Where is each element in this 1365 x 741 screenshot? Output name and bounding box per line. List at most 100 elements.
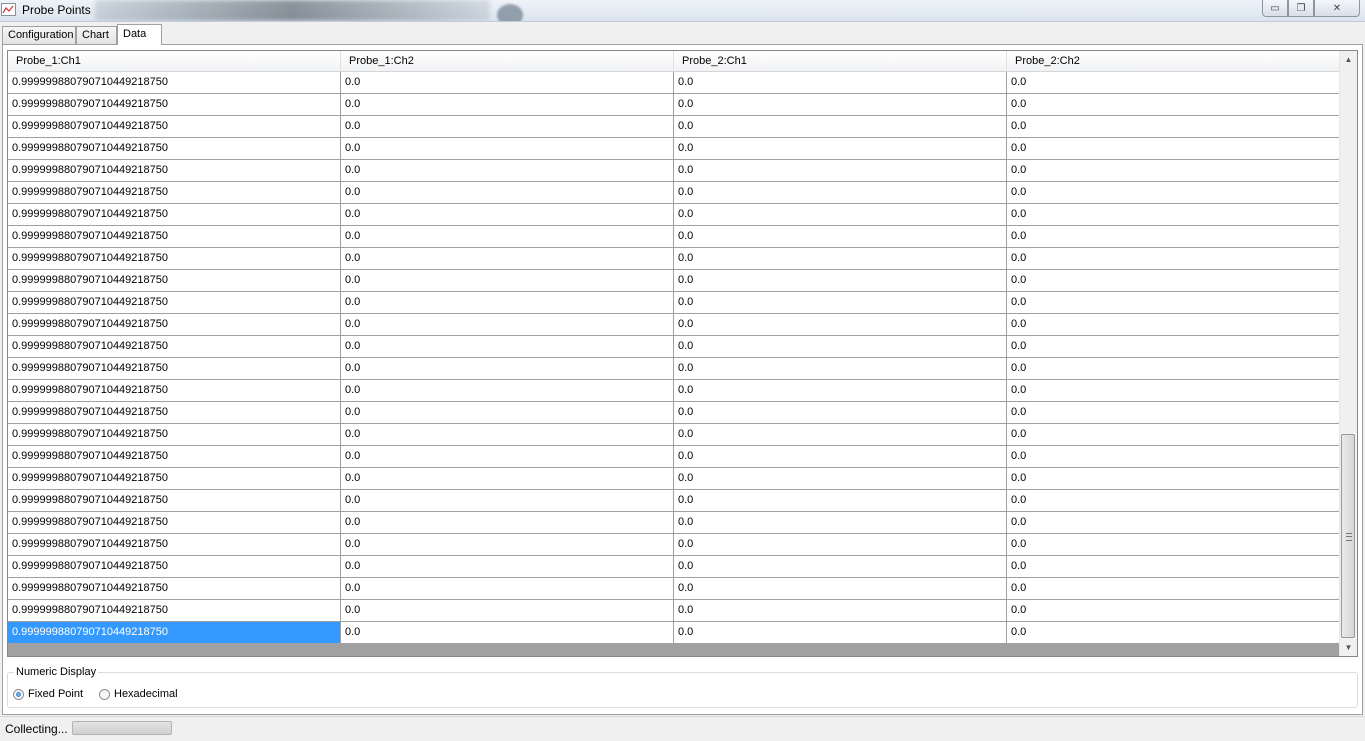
table-cell[interactable]: 0.999999880790710449218750 [8, 446, 341, 468]
tab-configuration[interactable]: Configuration [2, 26, 76, 44]
table-row[interactable]: 0.999999880790710449218750 0.0 0.0 0.0 [8, 226, 1341, 248]
table-cell[interactable]: 0.0 [1007, 446, 1341, 468]
column-header[interactable]: Probe_1:Ch1 [8, 51, 341, 71]
table-cell[interactable]: 0.0 [1007, 248, 1341, 270]
table-cell[interactable]: 0.0 [1007, 160, 1341, 182]
table-cell[interactable]: 0.0 [341, 314, 674, 336]
table-cell[interactable]: 0.0 [1007, 72, 1341, 94]
table-cell[interactable]: 0.999999880790710449218750 [8, 182, 341, 204]
table-cell[interactable]: 0.0 [341, 226, 674, 248]
table-cell[interactable]: 0.0 [341, 424, 674, 446]
scroll-down-arrow-icon[interactable]: ▼ [1340, 639, 1357, 656]
table-cell[interactable]: 0.0 [341, 534, 674, 556]
table-cell[interactable]: 0.0 [341, 358, 674, 380]
table-cell[interactable]: 0.0 [674, 204, 1007, 226]
table-cell[interactable]: 0.0 [1007, 512, 1341, 534]
table-cell[interactable]: 0.999999880790710449218750 [8, 248, 341, 270]
table-row[interactable]: 0.999999880790710449218750 0.0 0.0 0.0 [8, 358, 1341, 380]
table-cell[interactable]: 0.0 [674, 336, 1007, 358]
table-cell[interactable]: 0.0 [1007, 578, 1341, 600]
table-cell[interactable]: 0.999999880790710449218750 [8, 138, 341, 160]
table-row[interactable]: 0.999999880790710449218750 0.0 0.0 0.0 [8, 204, 1341, 226]
column-header[interactable]: Probe_1:Ch2 [341, 51, 674, 71]
table-row[interactable]: 0.999999880790710449218750 0.0 0.0 0.0 [8, 600, 1341, 622]
table-cell[interactable]: 0.0 [341, 292, 674, 314]
table-cell[interactable]: 0.999999880790710449218750 [8, 270, 341, 292]
table-cell[interactable]: 0.999999880790710449218750 [8, 72, 341, 94]
table-cell[interactable]: 0.0 [341, 512, 674, 534]
table-cell[interactable]: 0.0 [341, 468, 674, 490]
table-cell[interactable]: 0.0 [1007, 336, 1341, 358]
table-cell[interactable]: 0.0 [341, 160, 674, 182]
table-cell[interactable]: 0.0 [341, 270, 674, 292]
table-row[interactable]: 0.999999880790710449218750 0.0 0.0 0.0 [8, 578, 1341, 600]
table-cell[interactable]: 0.0 [1007, 292, 1341, 314]
table-row[interactable]: 0.999999880790710449218750 0.0 0.0 0.0 [8, 424, 1341, 446]
table-row[interactable]: 0.999999880790710449218750 0.0 0.0 0.0 [8, 314, 1341, 336]
table-row[interactable]: 0.999999880790710449218750 0.0 0.0 0.0 [8, 622, 1341, 644]
table-cell[interactable]: 0.0 [674, 116, 1007, 138]
scroll-up-arrow-icon[interactable]: ▲ [1340, 51, 1357, 68]
table-cell[interactable]: 0.999999880790710449218750 [8, 556, 341, 578]
table-row[interactable]: 0.999999880790710449218750 0.0 0.0 0.0 [8, 292, 1341, 314]
table-cell[interactable]: 0.999999880790710449218750 [8, 622, 341, 644]
table-cell[interactable]: 0.0 [1007, 380, 1341, 402]
table-cell[interactable]: 0.0 [341, 446, 674, 468]
table-row[interactable]: 0.999999880790710449218750 0.0 0.0 0.0 [8, 182, 1341, 204]
table-row[interactable]: 0.999999880790710449218750 0.0 0.0 0.0 [8, 468, 1341, 490]
table-cell[interactable]: 0.0 [341, 622, 674, 644]
table-cell[interactable]: 0.0 [1007, 204, 1341, 226]
table-cell[interactable]: 0.0 [341, 402, 674, 424]
table-cell[interactable]: 0.0 [674, 380, 1007, 402]
table-cell[interactable]: 0.0 [1007, 358, 1341, 380]
table-cell[interactable]: 0.0 [1007, 402, 1341, 424]
hexadecimal-radio[interactable]: Hexadecimal [99, 688, 178, 700]
table-cell[interactable]: 0.0 [341, 490, 674, 512]
table-cell[interactable]: 0.0 [674, 402, 1007, 424]
table-cell[interactable]: 0.0 [1007, 534, 1341, 556]
table-cell[interactable]: 0.999999880790710449218750 [8, 512, 341, 534]
table-cell[interactable]: 0.0 [674, 622, 1007, 644]
table-cell[interactable]: 0.0 [674, 138, 1007, 160]
table-cell[interactable]: 0.999999880790710449218750 [8, 336, 341, 358]
table-cell[interactable]: 0.0 [674, 160, 1007, 182]
table-cell[interactable]: 0.999999880790710449218750 [8, 380, 341, 402]
table-cell[interactable]: 0.0 [674, 270, 1007, 292]
table-cell[interactable]: 0.0 [674, 512, 1007, 534]
table-cell[interactable]: 0.999999880790710449218750 [8, 94, 341, 116]
maximize-button[interactable]: ❐ [1288, 0, 1314, 17]
table-cell[interactable]: 0.0 [1007, 468, 1341, 490]
table-row[interactable]: 0.999999880790710449218750 0.0 0.0 0.0 [8, 556, 1341, 578]
table-cell[interactable]: 0.0 [674, 424, 1007, 446]
table-cell[interactable]: 0.999999880790710449218750 [8, 116, 341, 138]
table-cell[interactable]: 0.0 [674, 490, 1007, 512]
table-cell[interactable]: 0.999999880790710449218750 [8, 490, 341, 512]
column-header[interactable]: Probe_2:Ch1 [674, 51, 1007, 71]
table-cell[interactable]: 0.999999880790710449218750 [8, 534, 341, 556]
table-cell[interactable]: 0.0 [341, 556, 674, 578]
table-row[interactable]: 0.999999880790710449218750 0.0 0.0 0.0 [8, 72, 1341, 94]
table-cell[interactable]: 0.0 [341, 600, 674, 622]
table-cell[interactable]: 0.999999880790710449218750 [8, 600, 341, 622]
table-cell[interactable]: 0.0 [674, 182, 1007, 204]
table-cell[interactable]: 0.999999880790710449218750 [8, 424, 341, 446]
table-cell[interactable]: 0.0 [341, 94, 674, 116]
close-button[interactable]: ✕ [1314, 0, 1360, 17]
table-cell[interactable]: 0.0 [674, 248, 1007, 270]
table-row[interactable]: 0.999999880790710449218750 0.0 0.0 0.0 [8, 160, 1341, 182]
table-row[interactable]: 0.999999880790710449218750 0.0 0.0 0.0 [8, 270, 1341, 292]
table-cell[interactable]: 0.999999880790710449218750 [8, 160, 341, 182]
table-cell[interactable]: 0.999999880790710449218750 [8, 468, 341, 490]
table-cell[interactable]: 0.0 [1007, 270, 1341, 292]
table-cell[interactable]: 0.0 [1007, 556, 1341, 578]
table-row[interactable]: 0.999999880790710449218750 0.0 0.0 0.0 [8, 534, 1341, 556]
table-cell[interactable]: 0.0 [674, 578, 1007, 600]
table-row[interactable]: 0.999999880790710449218750 0.0 0.0 0.0 [8, 512, 1341, 534]
table-cell[interactable]: 0.0 [341, 380, 674, 402]
table-row[interactable]: 0.999999880790710449218750 0.0 0.0 0.0 [8, 248, 1341, 270]
fixed-point-radio[interactable]: Fixed Point [13, 688, 83, 700]
table-cell[interactable]: 0.0 [1007, 314, 1341, 336]
table-cell[interactable]: 0.0 [674, 534, 1007, 556]
table-row[interactable]: 0.999999880790710449218750 0.0 0.0 0.0 [8, 402, 1341, 424]
table-cell[interactable]: 0.0 [674, 314, 1007, 336]
